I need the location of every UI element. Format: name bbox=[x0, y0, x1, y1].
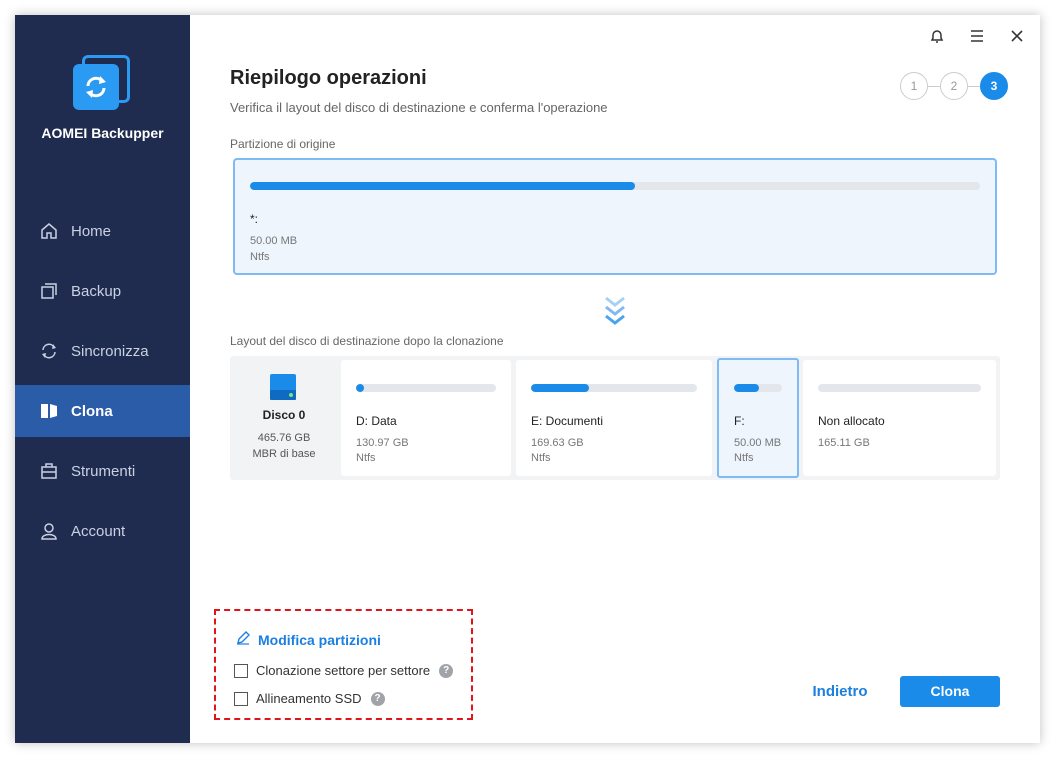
sector-by-sector-label: Clonazione settore per settore bbox=[256, 663, 431, 678]
window-controls bbox=[926, 25, 1028, 47]
sidebar-item-label: Sincronizza bbox=[71, 342, 149, 360]
partition-size: 130.97 GB bbox=[356, 437, 409, 449]
sidebar-item-tools[interactable]: Strumenti bbox=[15, 445, 190, 497]
ssd-alignment-label: Allineamento SSD bbox=[256, 691, 362, 706]
app-window: AOMEI Backupper Home Backup Sincronizza bbox=[15, 15, 1040, 743]
disk-card[interactable]: Disco 0 465.76 GB MBR di base bbox=[230, 356, 338, 480]
partition-name: D: Data bbox=[356, 414, 397, 428]
sidebar-item-label: Strumenti bbox=[71, 462, 136, 480]
partition-size: 50.00 MB bbox=[734, 437, 782, 449]
destination-section-label: Layout del disco di destinazione dopo la… bbox=[230, 334, 504, 348]
close-icon[interactable] bbox=[1006, 25, 1028, 47]
edit-partitions-link[interactable]: Modifica partizioni bbox=[236, 631, 381, 648]
sidebar-item-label: Clona bbox=[71, 402, 113, 420]
partition-card-d[interactable]: D: Data 130.97 GB Ntfs bbox=[341, 360, 511, 476]
sidebar-item-sync[interactable]: Sincronizza bbox=[15, 325, 190, 377]
partition-usage-fill bbox=[734, 384, 760, 392]
sidebar-item-label: Backup bbox=[71, 282, 122, 300]
step-2: 2 bbox=[940, 72, 968, 100]
sector-by-sector-checkbox[interactable] bbox=[234, 663, 248, 678]
chevron-down-icon bbox=[603, 295, 627, 327]
pencil-icon bbox=[236, 631, 250, 648]
sidebar-item-clone[interactable]: Clona bbox=[15, 385, 190, 437]
app-logo bbox=[73, 55, 131, 113]
disk-name: Disco 0 bbox=[262, 408, 306, 422]
clone-icon bbox=[39, 401, 59, 421]
sidebar-item-account[interactable]: Account bbox=[15, 505, 190, 557]
edit-partitions-label: Modifica partizioni bbox=[258, 631, 381, 648]
menu-icon[interactable] bbox=[966, 25, 988, 47]
partition-card-unallocated[interactable]: Non allocato 165.11 GB bbox=[803, 360, 996, 476]
help-icon[interactable]: ? bbox=[439, 663, 454, 678]
disk-type: MBR di base bbox=[252, 448, 316, 460]
step-indicator: 1 2 3 bbox=[900, 72, 1008, 100]
partition-size: 165.11 GB bbox=[818, 437, 870, 449]
sidebar-item-backup[interactable]: Backup bbox=[15, 265, 190, 317]
step-3: 3 bbox=[980, 72, 1008, 100]
source-partition-fs: Ntfs bbox=[250, 251, 270, 263]
partition-fs: Ntfs bbox=[531, 452, 551, 464]
destination-disk-layout: Disco 0 465.76 GB MBR di base D: Data 13… bbox=[230, 356, 1000, 480]
partition-card-e[interactable]: E: Documenti 169.63 GB Ntfs bbox=[516, 360, 712, 476]
disk-size: 465.76 GB bbox=[257, 432, 311, 444]
page-title: Riepilogo operazioni bbox=[230, 67, 427, 89]
partition-fs: Ntfs bbox=[734, 452, 754, 464]
home-icon bbox=[39, 221, 59, 241]
partition-fs: Ntfs bbox=[356, 452, 376, 464]
sync-icon bbox=[39, 341, 59, 361]
sector-by-sector-option[interactable]: Clonazione settore per settore ? bbox=[234, 663, 454, 678]
source-partition-name: *: bbox=[250, 212, 259, 226]
partition-usage-fill bbox=[531, 384, 590, 392]
toolbox-icon bbox=[39, 461, 59, 481]
bell-icon[interactable] bbox=[926, 25, 948, 47]
partition-size: 169.63 GB bbox=[531, 437, 584, 449]
source-section-label: Partizione di origine bbox=[230, 137, 336, 151]
ssd-alignment-option[interactable]: Allineamento SSD ? bbox=[234, 691, 385, 706]
sync-logo-icon bbox=[86, 76, 106, 98]
help-icon[interactable]: ? bbox=[370, 691, 385, 706]
options-highlight: Modifica partizioni Clonazione settore p… bbox=[214, 609, 473, 720]
clone-button[interactable]: Clona bbox=[900, 676, 1000, 707]
partition-card-f[interactable]: F: 50.00 MB Ntfs bbox=[717, 358, 799, 478]
partition-usage-fill bbox=[356, 384, 364, 392]
sidebar-item-home[interactable]: Home bbox=[15, 205, 190, 257]
partition-name: F: bbox=[734, 414, 745, 428]
source-usage-fill bbox=[250, 182, 635, 190]
back-button[interactable]: Indietro bbox=[800, 680, 880, 704]
source-usage-bar bbox=[250, 182, 980, 190]
sidebar: AOMEI Backupper Home Backup Sincronizza bbox=[15, 15, 190, 743]
ssd-alignment-checkbox[interactable] bbox=[234, 691, 248, 706]
sidebar-item-label: Home bbox=[71, 222, 112, 240]
user-icon bbox=[39, 521, 59, 541]
page-subtitle: Verifica il layout del disco di destinaz… bbox=[230, 100, 608, 115]
sidebar-item-label: Account bbox=[71, 522, 126, 540]
source-partition-card[interactable]: *: 50.00 MB Ntfs bbox=[233, 158, 997, 275]
partition-name: Non allocato bbox=[818, 414, 885, 428]
backup-icon bbox=[39, 281, 59, 301]
disk-icon bbox=[268, 372, 298, 407]
step-1: 1 bbox=[900, 72, 928, 100]
app-name: AOMEI Backupper bbox=[41, 125, 164, 141]
sidebar-nav: Home Backup Sincronizza Clona Strumenti … bbox=[15, 205, 190, 565]
source-partition-size: 50.00 MB bbox=[250, 235, 298, 247]
partition-name: E: Documenti bbox=[531, 414, 604, 428]
